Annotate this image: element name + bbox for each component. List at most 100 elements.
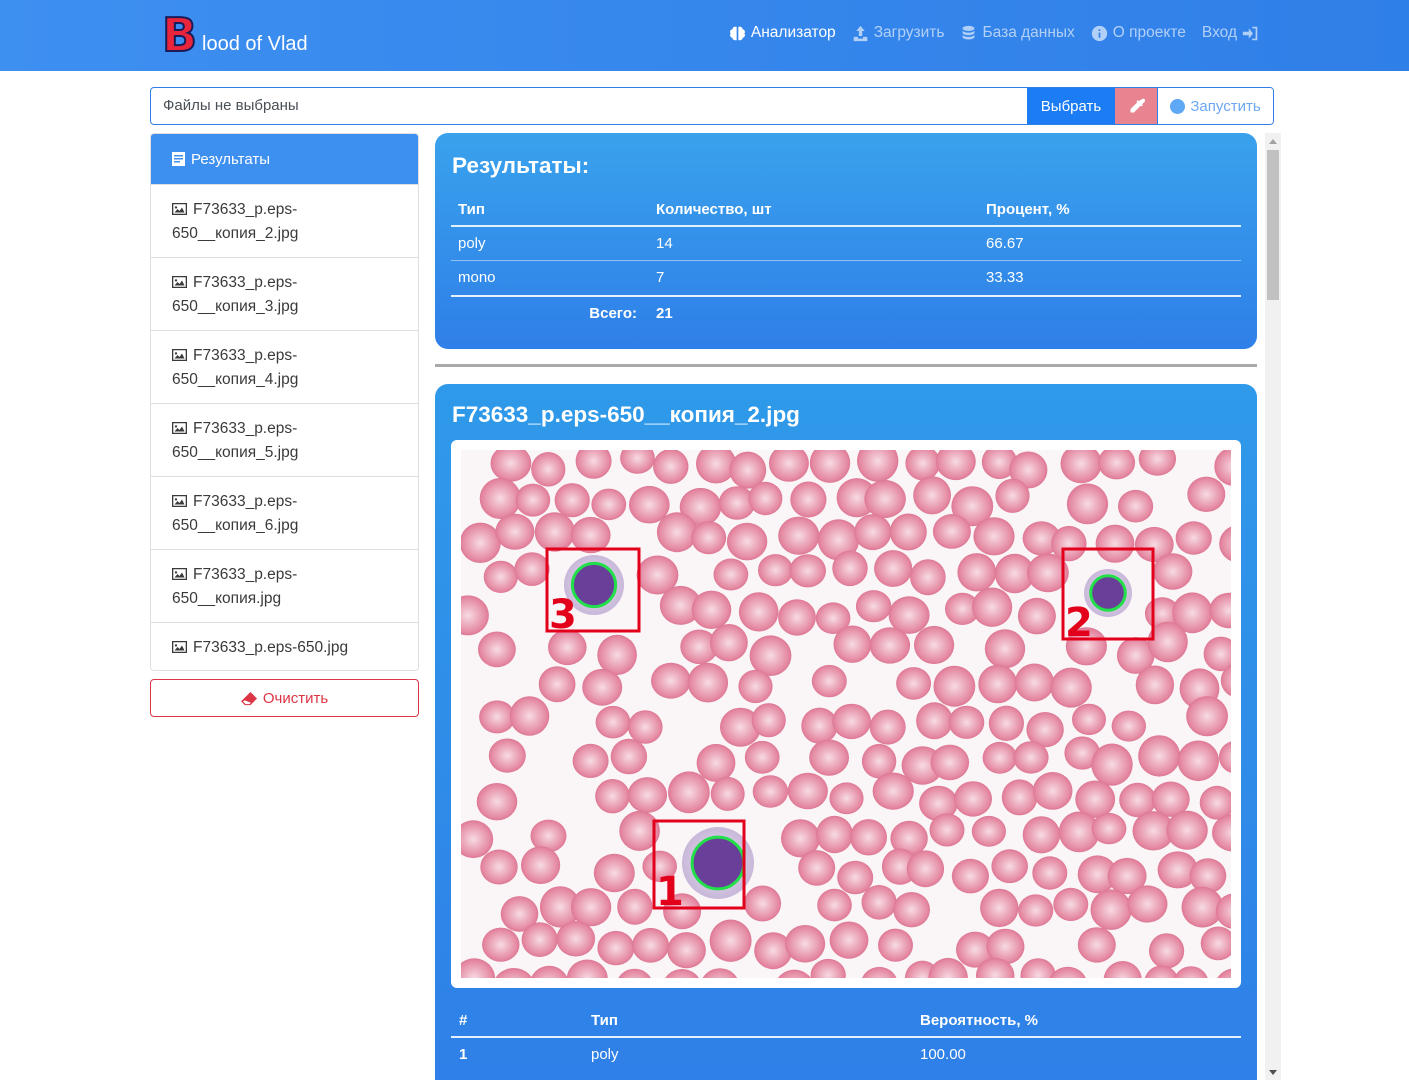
red-blood-cell [798,850,836,886]
file-list-item[interactable]: F73633_p.eps-650__копия_2.jpg [151,184,418,257]
red-blood-cell [1153,553,1193,590]
red-blood-cell [978,664,1018,704]
file-list-item[interactable]: F73633_p.eps-650__копия_6.jpg [151,476,418,549]
results-summary-title: Результаты: [452,153,590,178]
cell-percent: 33.33 [986,269,1024,286]
red-blood-cell [488,738,526,773]
red-blood-cell [980,888,1019,928]
red-blood-cell [790,481,827,518]
red-blood-cell [595,779,630,814]
table-header-row: Тип Количество, шт Процент, % [451,193,1241,227]
nav-login[interactable]: Вход [1202,24,1259,42]
red-blood-cell [1138,735,1181,777]
red-blood-cell [1177,740,1219,782]
page-scrollbar[interactable] [1265,133,1281,1080]
file-list-item-label: F73633_p.eps-650__копия_2.jpg [172,201,299,242]
cell-count: 7 [656,269,665,286]
eraser-icon [240,691,257,705]
red-blood-cell [738,592,779,632]
file-list-item[interactable]: F73633_p.eps-650__копия_5.jpg [151,403,418,476]
detection-label: 3 [549,592,577,638]
red-blood-cell [787,772,828,810]
file-input-label[interactable]: Файлы не выбраны [151,88,1027,124]
red-blood-cell [1175,521,1212,555]
red-blood-cell [572,743,609,778]
red-blood-cell [726,522,768,561]
red-blood-cell [932,514,971,549]
pipette-button[interactable] [1115,88,1157,124]
red-blood-cell [1090,889,1132,930]
run-button[interactable]: Запустить [1157,88,1273,124]
image-icon [172,422,187,434]
scroll-down-arrow-icon[interactable] [1269,1070,1277,1075]
file-list-item-label: F73633_p.eps-650__копия.jpg [172,566,298,607]
red-blood-cell [1032,856,1068,890]
upload-icon [853,25,867,41]
red-blood-cell [893,892,930,928]
run-button-label: Запустить [1190,97,1261,115]
red-blood-cell [1066,483,1109,525]
image-icon [172,276,187,288]
scroll-up-arrow-icon[interactable] [1269,139,1277,144]
nav-upload[interactable]: Загрузить [852,24,944,42]
red-blood-cell [874,550,913,587]
image-icon [172,349,187,361]
nav-about[interactable]: О проекте [1091,24,1186,42]
eyedropper-icon [1130,98,1145,112]
red-blood-cell [785,925,826,963]
red-blood-cell [854,514,892,551]
table-header-row: # Тип Вероятность, % [451,1004,1241,1038]
red-blood-cell [1186,696,1228,737]
cell-nucleus [570,561,618,609]
red-blood-cell [476,783,518,821]
red-blood-cell [1135,665,1175,705]
table-row: 1 poly 100.00 [451,1038,1241,1072]
nav-analyzer[interactable]: Анализатор [729,24,836,42]
red-blood-cell [889,513,927,551]
red-blood-cell [461,522,501,563]
file-input-group: Файлы не выбраны Выбрать Запустить [150,87,1274,125]
navbar: B lood of Vlad Анализатор Загрузить База… [0,0,1409,71]
file-list-item[interactable]: F73633_p.eps-650.jpg [151,622,418,670]
red-blood-cell [480,849,518,885]
image-result-card: F73633_p.eps-650__копия_2.jpg 123 # Тип … [435,384,1257,1080]
nav-login-label: Вход [1201,24,1237,41]
red-blood-cell [869,627,911,664]
image-icon [172,641,187,653]
red-blood-cell [738,669,773,704]
red-blood-cell [1022,816,1061,854]
red-blood-cell [816,815,853,854]
red-blood-cell [628,710,663,744]
red-blood-cell [1149,933,1185,969]
clear-button[interactable]: Очистить [150,679,419,717]
red-blood-cell [617,888,653,925]
red-blood-cell [514,552,550,586]
red-blood-cell [906,850,945,888]
red-blood-cell [610,738,648,775]
file-list-item[interactable]: F73633_p.eps-650__копия.jpg [151,549,418,622]
cell-percent: 66.67 [986,235,1024,252]
red-blood-cell [479,478,521,519]
table-row: poly 14 66.67 [451,227,1241,261]
results-list-header[interactable]: Результаты [151,134,418,184]
red-blood-cell [1001,779,1038,816]
red-blood-cell [758,554,793,587]
cell-count: 14 [656,235,673,252]
image-result-title: F73633_p.eps-650__копия_2.jpg [452,402,800,427]
red-blood-cell [1017,597,1056,635]
file-list-item[interactable]: F73633_p.eps-650__копия_3.jpg [151,257,418,330]
browse-button[interactable]: Выбрать [1027,88,1115,124]
red-blood-cell [531,452,566,487]
red-blood-cell [809,739,849,776]
file-list-item[interactable]: F73633_p.eps-650__копия_4.jpg [151,330,418,403]
scroll-thumb[interactable] [1267,150,1279,300]
red-blood-cell [556,921,596,957]
sidebar: Результаты F73633_p.eps-650__копия_2.jpg… [150,133,419,717]
cell-number: 1 [459,1046,468,1063]
sign-in-icon [1242,26,1258,40]
image-icon [172,495,187,507]
red-blood-cell [515,483,551,517]
red-blood-cell [1014,663,1054,702]
brand-logo[interactable]: B lood of Vlad [161,11,308,59]
nav-database[interactable]: База данных [960,24,1075,42]
